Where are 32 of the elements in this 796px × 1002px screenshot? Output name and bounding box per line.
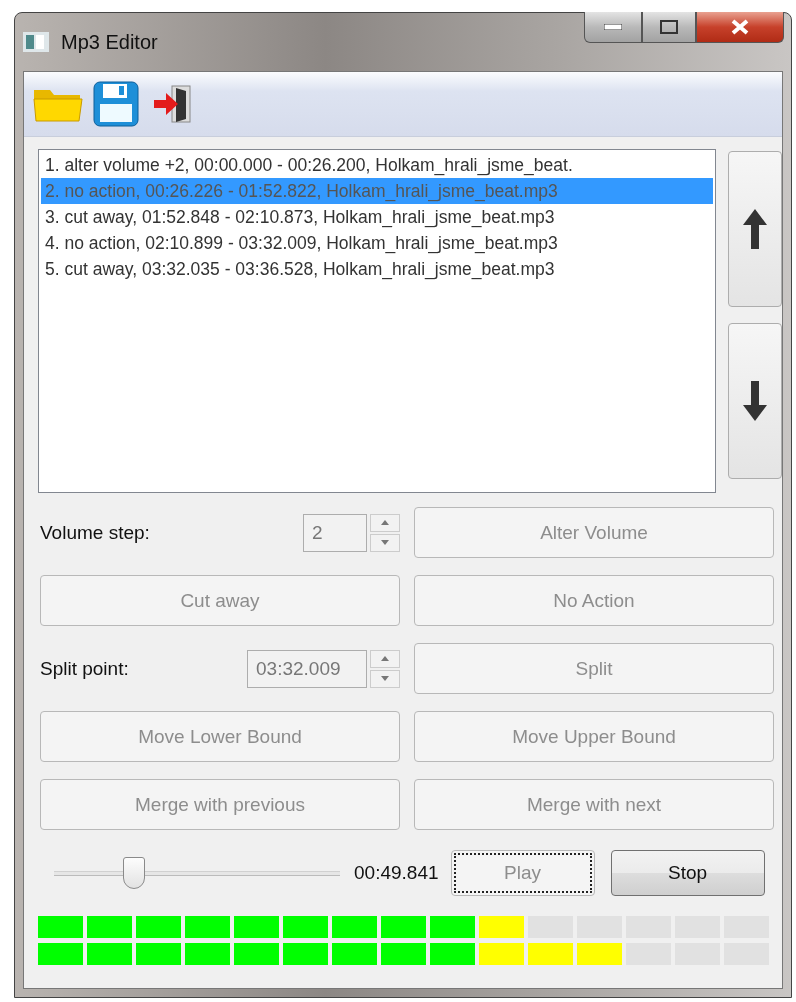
spin-up-button[interactable] [370, 513, 400, 532]
window-title: Mp3 Editor [61, 30, 158, 54]
maximize-button[interactable] [642, 12, 696, 43]
app-icon [23, 32, 49, 52]
time-label: 00:49.841 [354, 862, 439, 884]
spin-down-button[interactable] [370, 533, 400, 552]
spin-field[interactable]: 03:32.009 [247, 649, 367, 688]
list-item[interactable]: 2. no action, 00:26.226 - 01:52.822, Holkam_hrali_jsme_beat.mp3 [41, 178, 713, 204]
list-item[interactable]: 5. cut away, 03:32.035 - 03:36.528, Holkam_hrali_jsme_beat.mp3 [41, 256, 713, 282]
move-button[interactable] [728, 151, 782, 307]
list-item[interactable]: 1. alter volume +2, 00:00.000 - 00:26.200, Holkam_hrali_jsme_beat. [41, 152, 713, 178]
caret-up-icon [381, 520, 389, 525]
caret-up-icon [381, 656, 389, 661]
close-button[interactable] [696, 12, 784, 43]
list-item[interactable]: 4. no action, 02:10.899 - 03:32.009, Holkam_hrali_jsme_beat.mp3 [41, 230, 713, 256]
caret-down-icon [381, 676, 389, 681]
up-arrow-icon [743, 209, 767, 249]
field-label: Split point: [40, 657, 129, 680]
minimize-button[interactable] [584, 12, 642, 43]
down-arrow-icon [743, 381, 767, 421]
close-icon [731, 19, 749, 35]
playback-button[interactable]: Stop [610, 850, 765, 896]
slider-thumb[interactable] [123, 857, 146, 889]
move-button[interactable] [728, 323, 782, 479]
maximize-icon [660, 20, 678, 34]
caret-down-icon [381, 540, 389, 545]
list-item[interactable]: 3. cut away, 01:52.848 - 02:10.873, Holkam_hrali_jsme_beat.mp3 [41, 204, 713, 230]
minimize-icon [604, 24, 622, 30]
spin-field[interactable]: 2 [303, 513, 367, 552]
spin-down-button[interactable] [370, 669, 400, 688]
field-label: Volume step: [40, 521, 150, 544]
spin-up-button[interactable] [370, 649, 400, 668]
